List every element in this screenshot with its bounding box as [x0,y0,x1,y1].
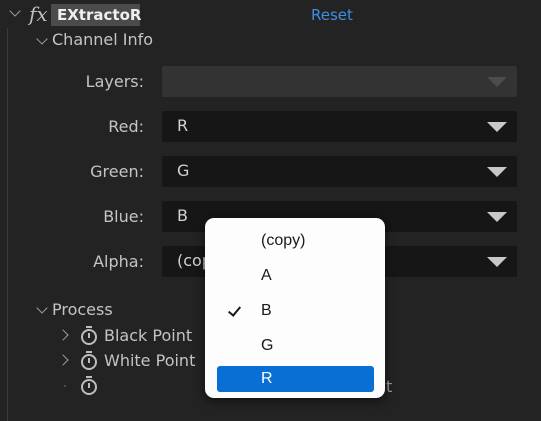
channel-info-chevron-icon[interactable] [36,33,48,45]
dropdown-arrow-icon [487,167,507,177]
white-point-expand-icon[interactable] [57,354,69,366]
fx-toggle-icon[interactable]: fx [29,3,48,25]
dropdown-arrow-icon [487,77,507,87]
layers-label: Layers: [85,72,144,91]
menu-item-label: R [261,370,273,387]
process-chevron-icon[interactable] [36,302,48,314]
menu-item-b[interactable]: B [217,298,374,324]
obscured-label-tail: t [386,377,393,396]
effect-name[interactable]: EXtractoR [51,4,141,26]
white-point-label[interactable]: White Point [104,351,195,371]
reset-link[interactable]: Reset [311,4,353,26]
menu-item-a[interactable]: A [217,263,374,289]
stopwatch-icon[interactable] [81,376,97,395]
tree-dot [64,385,66,387]
menu-item-label: B [261,302,272,319]
menu-item-label: G [261,337,274,354]
menu-item-label: (copy) [261,232,306,249]
blue-label: Blue: [103,207,144,226]
effect-header: fx EXtractoR Reset [0,0,541,30]
channel-popup-menu: (copy) A B G R [205,218,385,398]
red-dropdown[interactable]: R [162,111,517,142]
channel-info-heading[interactable]: Channel Info [52,30,153,50]
dropdown-arrow-icon [487,212,507,222]
effect-controls-panel: fx EXtractoR Reset Channel Info Layers: … [0,0,541,421]
stopwatch-icon[interactable] [81,326,97,345]
menu-item-copy[interactable]: (copy) [217,228,374,254]
alpha-label: Alpha: [93,252,144,271]
black-point-expand-icon[interactable] [57,329,69,341]
black-point-label[interactable]: Black Point [104,326,192,346]
dropdown-arrow-icon [487,122,507,132]
green-dropdown[interactable]: G [162,156,517,187]
red-label: Red: [108,117,144,136]
process-heading[interactable]: Process [52,300,113,320]
checkmark-icon [227,303,242,317]
green-value: G [177,161,190,180]
blue-value: B [177,206,188,225]
menu-item-r[interactable]: R [217,366,374,392]
collapse-effect-chevron-icon[interactable] [9,5,21,17]
red-value: R [177,116,189,135]
menu-item-g[interactable]: G [217,333,374,359]
menu-item-label: A [261,267,272,284]
green-label: Green: [90,162,144,181]
layers-dropdown[interactable] [162,66,517,97]
stopwatch-icon[interactable] [81,351,97,370]
dropdown-arrow-icon [487,257,507,267]
